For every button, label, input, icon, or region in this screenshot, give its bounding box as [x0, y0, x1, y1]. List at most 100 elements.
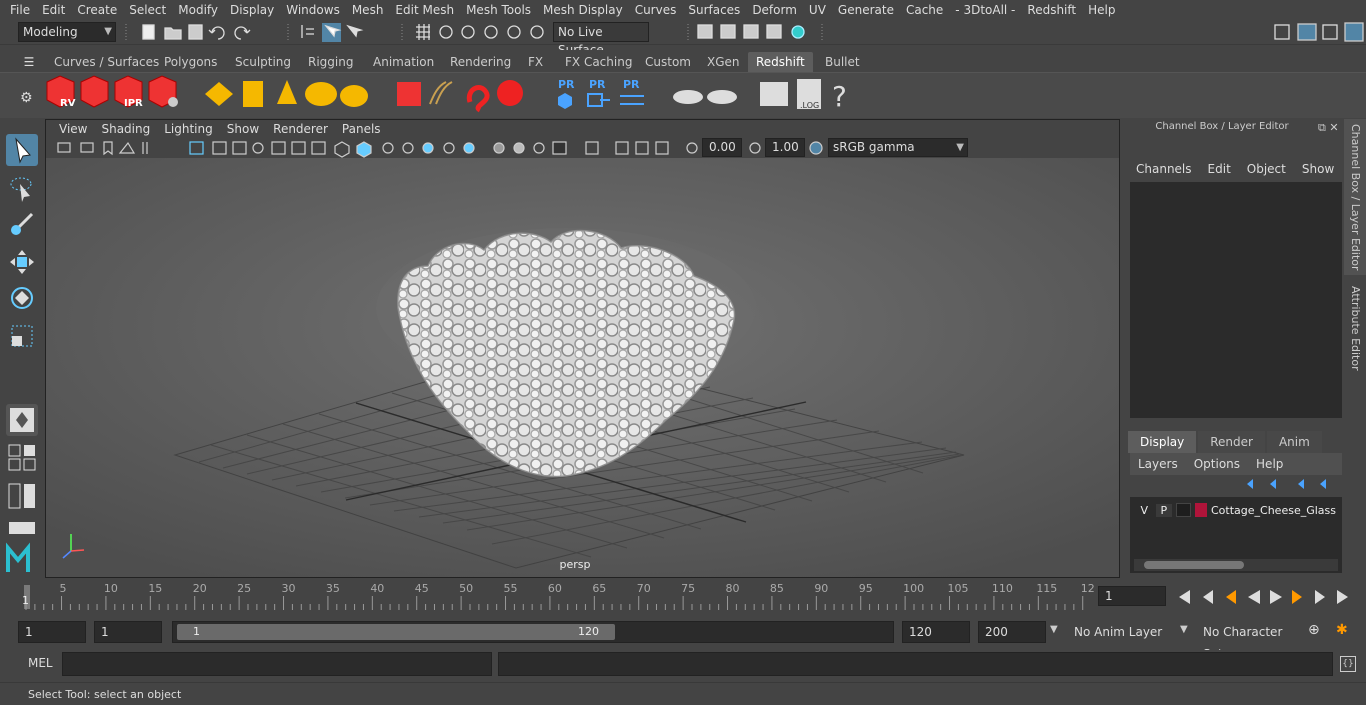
layer-playback-toggle[interactable]: P — [1155, 503, 1173, 517]
quick-layout-two-icon[interactable] — [6, 480, 38, 512]
shelf-tab-rendering[interactable]: Rendering — [442, 52, 519, 72]
menu-3dtoall[interactable]: - 3DtoAll - — [949, 0, 1021, 20]
anim-layer-dropdown[interactable]: No Anim Layer — [1074, 621, 1184, 643]
script-language-label[interactable]: MEL — [28, 656, 53, 670]
select-tool-icon[interactable] — [6, 134, 38, 166]
channel-menu-edit[interactable]: Edit — [1200, 162, 1239, 180]
scale-tool-icon[interactable] — [6, 320, 38, 352]
layer-menu-options[interactable]: Options — [1186, 457, 1248, 471]
layer-tab-anim[interactable]: Anim — [1266, 431, 1322, 453]
menu-uv[interactable]: UV — [803, 0, 832, 20]
menu-curves[interactable]: Curves — [629, 0, 683, 20]
layer-scrollbar[interactable] — [1134, 559, 1338, 571]
shelf-tab-bullet[interactable]: Bullet — [817, 52, 868, 72]
panel-menu-shading[interactable]: Shading — [94, 122, 157, 136]
last-tool-icon[interactable] — [6, 404, 38, 436]
menu-create[interactable]: Create — [71, 0, 123, 20]
shelf-menu-icon[interactable]: ☰ — [18, 52, 40, 72]
gamma-field[interactable]: 1.00 — [765, 138, 805, 157]
timeline-tick-label: 15 — [148, 582, 163, 595]
quick-layout-four-icon[interactable] — [6, 442, 38, 474]
menu-select[interactable]: Select — [123, 0, 172, 20]
panel-menu-view[interactable]: View — [52, 122, 94, 136]
wireframe-icon — [189, 141, 204, 155]
menu-deform[interactable]: Deform — [746, 0, 803, 20]
layer-menu-layers[interactable]: Layers — [1130, 457, 1186, 471]
layer-color-swatch[interactable] — [1195, 503, 1207, 517]
side-tab-attribute-editor[interactable]: Attribute Editor — [1344, 278, 1366, 378]
menu-edit[interactable]: Edit — [36, 0, 71, 20]
layer-tabs: Display Render Anim — [1128, 431, 1324, 453]
panel-menu-lighting[interactable]: Lighting — [157, 122, 220, 136]
playback-end-field[interactable]: 120 — [902, 621, 970, 643]
script-editor-icon[interactable]: {} — [1340, 656, 1356, 672]
rotate-tool-icon[interactable] — [6, 282, 38, 314]
panel-menubar: View Shading Lighting Show Renderer Panels — [46, 120, 1119, 138]
shelf-tab-curves-surfaces[interactable]: Curves / Surfaces — [46, 52, 167, 72]
layer-menus: Layers Options Help — [1130, 453, 1342, 475]
preferences-runner-icon[interactable]: ✱ — [1336, 622, 1348, 638]
playback-start-field[interactable]: 1 — [94, 621, 162, 643]
menu-mesh-display[interactable]: Mesh Display — [537, 0, 629, 20]
range-slider[interactable]: 1 120 — [172, 621, 894, 643]
menu-surfaces[interactable]: Surfaces — [682, 0, 746, 20]
snap-grid-icon — [416, 24, 430, 40]
layer-tab-render[interactable]: Render — [1198, 431, 1265, 453]
range-slider-handle[interactable]: 1 120 — [177, 624, 615, 640]
image-plane-icon — [118, 141, 136, 154]
chevron-down-icon[interactable]: ▼ — [1180, 624, 1188, 635]
character-set-dropdown[interactable]: No Character Set — [1203, 621, 1303, 661]
menu-edit-mesh[interactable]: Edit Mesh — [389, 0, 460, 20]
shelf-tab-rigging[interactable]: Rigging — [300, 52, 361, 72]
shelf-tab-fx[interactable]: FX — [520, 52, 551, 72]
shelf-tab-custom[interactable]: Custom — [637, 52, 699, 72]
scene-start-field[interactable]: 1 — [18, 621, 86, 643]
panel-menu-panels[interactable]: Panels — [335, 122, 388, 136]
shelf-tab-xgen[interactable]: XGen — [699, 52, 748, 72]
exposure-field[interactable]: 0.00 — [702, 138, 742, 157]
auto-key-icon[interactable]: ⊕ — [1308, 622, 1320, 638]
menu-file[interactable]: File — [4, 0, 36, 20]
layer-menu-help[interactable]: Help — [1248, 457, 1291, 471]
layer-visibility-toggle[interactable]: V — [1136, 504, 1153, 517]
panel-menu-show[interactable]: Show — [220, 122, 266, 136]
menu-mesh[interactable]: Mesh — [346, 0, 390, 20]
shelf-tab-sculpting[interactable]: Sculpting — [227, 52, 299, 72]
menu-mesh-tools[interactable]: Mesh Tools — [460, 0, 537, 20]
menu-redshift[interactable]: Redshift — [1021, 0, 1082, 20]
panel-menu-renderer[interactable]: Renderer — [266, 122, 335, 136]
shelf-tab-animation[interactable]: Animation — [365, 52, 442, 72]
menu-cache[interactable]: Cache — [900, 0, 949, 20]
current-frame-field[interactable]: 1 — [1098, 586, 1166, 606]
menu-modify[interactable]: Modify — [172, 0, 224, 20]
command-input[interactable] — [62, 652, 492, 676]
help-icon: ? — [832, 80, 847, 113]
shelf-tab-redshift[interactable]: Redshift — [748, 52, 813, 72]
chevron-down-icon[interactable]: ▼ — [1050, 624, 1058, 635]
layer-type-toggle[interactable] — [1176, 503, 1192, 517]
paint-select-tool-icon[interactable] — [6, 208, 38, 240]
color-space-dropdown[interactable]: sRGB gamma ▼ — [828, 138, 968, 157]
scene-end-field[interactable]: 200 — [978, 621, 1046, 643]
layer-scrollbar-thumb[interactable] — [1144, 561, 1244, 569]
layer-tab-display[interactable]: Display — [1128, 431, 1197, 453]
move-layer-down-icon — [1270, 479, 1276, 489]
menu-help[interactable]: Help — [1082, 0, 1121, 20]
perspective-viewport[interactable]: persp — [46, 158, 1119, 577]
shelf-tab-polygons[interactable]: Polygons — [156, 52, 225, 72]
float-panel-icon[interactable]: ⧉ ✕ — [1318, 121, 1339, 135]
menu-display[interactable]: Display — [224, 0, 280, 20]
rs-sphere-icon — [497, 80, 523, 106]
menu-generate[interactable]: Generate — [832, 0, 900, 20]
move-tool-icon[interactable] — [6, 246, 38, 278]
channel-list[interactable] — [1130, 182, 1342, 418]
timeline-tick-label: 50 — [459, 582, 474, 595]
channel-menu-object[interactable]: Object — [1239, 162, 1294, 180]
shelf-tab-fx-caching[interactable]: FX Caching — [557, 52, 640, 72]
side-tab-channel-box[interactable]: Channel Box / Layer Editor — [1344, 119, 1366, 275]
layer-row[interactable]: V P Cottage_Cheese_Glass — [1136, 500, 1336, 520]
lasso-tool-icon[interactable] — [6, 172, 38, 204]
menu-windows[interactable]: Windows — [280, 0, 346, 20]
channel-menu-channels[interactable]: Channels — [1128, 162, 1200, 180]
channel-menu-show[interactable]: Show — [1294, 162, 1342, 180]
